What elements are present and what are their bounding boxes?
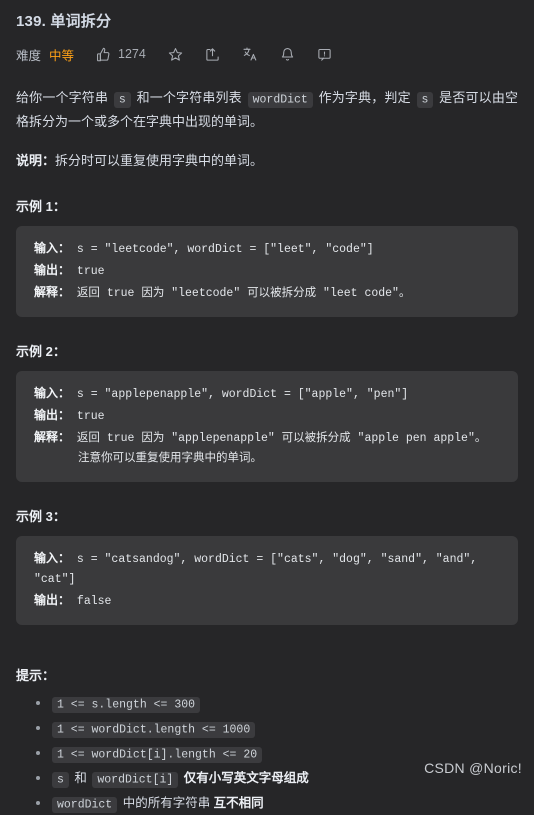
example-2-input-value: s = "applepenapple", wordDict = ["apple"…	[70, 388, 409, 401]
watermark: CSDN @Noric!	[424, 760, 522, 776]
example-1-explain-value: 返回 true 因为 "leetcode" 可以被拆分成 "leet code"…	[70, 287, 411, 300]
note-text: 拆分时可以重复使用字典中的单词。	[55, 153, 264, 168]
tips-title: 提示：	[16, 668, 56, 683]
constraint-text-5b: 互不相同	[213, 796, 264, 810]
constraint-code-3: 1 <= wordDict[i].length <= 20	[52, 746, 263, 763]
inline-code-worddict-1: wordDict	[247, 91, 313, 108]
example-2-input-label: 输入：	[34, 386, 71, 400]
constraints-list: 1 <= s.length <= 300 1 <= wordDict.lengt…	[16, 693, 518, 815]
example-2-title: 示例 2：	[16, 344, 66, 359]
constraint-code-4b: wordDict[i]	[92, 771, 179, 788]
constraint-text-4b: 仅有小写英文字母组成	[180, 771, 309, 785]
desc-text-1: 给你一个字符串	[16, 90, 112, 105]
bell-icon	[280, 47, 295, 62]
example-1-input-value: s = "leetcode", wordDict = ["leet", "cod…	[70, 243, 374, 256]
problem-page: 139. 单词拆分 难度 中等 1274 给你一个字符串 s 和一个字符串列表 …	[0, 0, 534, 813]
like-count: 1274	[118, 47, 146, 61]
thumbs-up-button[interactable]: 1274	[96, 47, 146, 62]
notification-button[interactable]	[280, 47, 295, 62]
constraint-code-5: wordDict	[52, 796, 118, 813]
example-1-block: 输入： s = "leetcode", wordDict = ["leet", …	[16, 226, 518, 317]
constraint-code-4a: s	[52, 771, 69, 788]
constraint-code-1: 1 <= s.length <= 300	[52, 696, 201, 713]
star-button[interactable]	[168, 47, 183, 62]
share-button[interactable]	[205, 47, 220, 62]
example-2-output-value: true	[70, 410, 105, 423]
example-2-output-label: 输出：	[34, 408, 71, 422]
example-1-title: 示例 1：	[16, 199, 66, 214]
problem-meta-toolbar: 难度 中等 1274	[16, 43, 518, 65]
difficulty-badge: 中等	[49, 48, 75, 63]
desc-text-2: 和一个字符串列表	[132, 90, 246, 105]
desc-text-3: 作为字典，判定	[314, 90, 415, 105]
example-3-input-value: s = "catsandog", wordDict = ["cats", "do…	[34, 553, 485, 586]
example-2-extra: 注意你可以重复使用字典中的单词。	[78, 452, 262, 465]
feedback-icon	[317, 47, 332, 62]
example-3-block: 输入： s = "catsandog", wordDict = ["cats",…	[16, 536, 518, 625]
example-1-explain-label: 解释：	[34, 285, 71, 299]
problem-note: 说明：拆分时可以重复使用字典中的单词。	[16, 150, 518, 172]
example-3-input-label: 输入：	[34, 551, 71, 565]
constraint-text-4a: 和	[70, 771, 91, 785]
example-2-block: 输入： s = "applepenapple", wordDict = ["ap…	[16, 371, 518, 482]
note-label: 说明：	[16, 153, 56, 168]
thumbs-up-icon	[96, 47, 111, 62]
example-1-input-label: 输入：	[34, 241, 71, 255]
example-1-output-label: 输出：	[34, 263, 71, 277]
star-icon	[168, 47, 183, 62]
example-2-explain-value: 返回 true 因为 "applepenapple" 可以被拆分成 "apple…	[70, 432, 487, 445]
example-2-explain-label: 解释：	[34, 430, 71, 444]
translate-icon	[242, 46, 258, 62]
translate-button[interactable]	[242, 46, 258, 62]
share-icon	[205, 47, 220, 62]
constraint-code-2: 1 <= wordDict.length <= 1000	[52, 721, 256, 738]
constraint-item: wordDict 中的所有字符串 互不相同	[36, 793, 518, 815]
difficulty-label: 难度	[16, 48, 42, 63]
constraint-item: 1 <= s.length <= 300	[36, 693, 518, 715]
page-title: 139. 单词拆分	[16, 13, 112, 30]
inline-code-s-2: s	[416, 91, 434, 108]
constraint-item: 1 <= wordDict.length <= 1000	[36, 718, 518, 740]
example-3-output-value: false	[70, 595, 112, 608]
example-3-title: 示例 3：	[16, 509, 66, 524]
example-3-output-label: 输出：	[34, 593, 71, 607]
inline-code-s-1: s	[113, 91, 131, 108]
feedback-button[interactable]	[317, 47, 332, 62]
constraint-text-5a: 中的所有字符串	[119, 796, 214, 810]
problem-description: 给你一个字符串 s 和一个字符串列表 wordDict 作为字典，判定 s 是否…	[16, 87, 518, 133]
example-1-output-value: true	[70, 265, 105, 278]
